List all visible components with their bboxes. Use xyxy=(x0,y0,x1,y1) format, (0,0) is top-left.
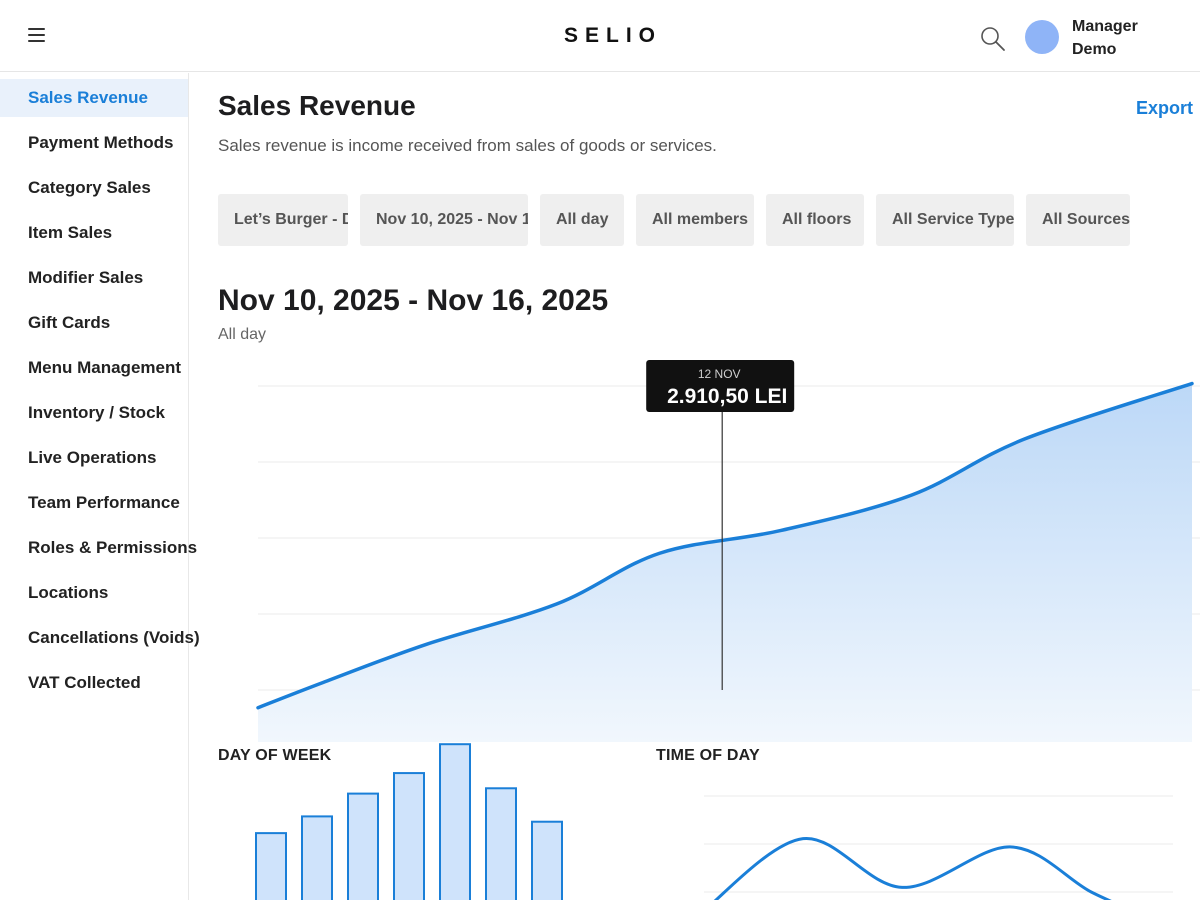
filter-floors[interactable]: All floors xyxy=(766,194,864,246)
filter-service-types[interactable]: All Service Types xyxy=(876,194,1014,246)
sidebar-item-cancellations-voids[interactable]: Cancellations (Voids) xyxy=(0,619,200,657)
filter-date-range[interactable]: Nov 10, 2025 - Nov 16 xyxy=(360,194,528,246)
date-range-heading: Nov 10, 2025 - Nov 16, 2025 xyxy=(218,284,609,317)
sidebar-item-inventory-stock[interactable]: Inventory / Stock xyxy=(0,394,188,432)
sidebar-item-gift-cards[interactable]: Gift Cards xyxy=(0,304,188,342)
user-last-name: Demo xyxy=(1072,41,1117,58)
sidebar-item-category-sales[interactable]: Category Sales xyxy=(0,169,188,207)
search-icon xyxy=(981,27,1005,51)
day-of-week-bar[interactable] xyxy=(301,815,333,900)
tooltip-value: 2.910,50 LEI xyxy=(667,385,787,408)
day-of-week-bar[interactable] xyxy=(347,792,379,900)
revenue-chart: 12 NOV 2.910,50 LEI xyxy=(256,360,1200,742)
sidebar-item-item-sales[interactable]: Item Sales xyxy=(0,214,188,252)
sidebar-item-roles-permissions[interactable]: Roles & Permissions xyxy=(0,529,197,567)
sidebar-item-payment-methods[interactable]: Payment Methods xyxy=(0,124,188,162)
sidebar-item-live-operations[interactable]: Live Operations xyxy=(0,439,188,477)
time-of-day-title: TIME OF DAY xyxy=(656,747,760,764)
filter-sources[interactable]: All Sources xyxy=(1026,194,1130,246)
day-of-week-bar[interactable] xyxy=(393,772,425,900)
user-first-name: Manager xyxy=(1072,18,1138,35)
revenue-line xyxy=(256,381,1194,710)
day-of-week-bar[interactable] xyxy=(439,743,471,900)
sidebar-item-vat-collected[interactable]: VAT Collected xyxy=(0,664,188,702)
revenue-chart-gridlines xyxy=(258,385,1200,691)
filter-members[interactable]: All members xyxy=(636,194,754,246)
time-of-day-chart xyxy=(704,795,1173,900)
page-description: Sales revenue is income received from sa… xyxy=(218,136,717,155)
revenue-tooltip: 12 NOV 2.910,50 LEI xyxy=(646,360,795,412)
day-of-week-chart xyxy=(255,743,563,900)
revenue-area-fill xyxy=(258,383,1192,742)
user-avatar[interactable] xyxy=(1025,20,1059,54)
user-name[interactable]: Manager Demo xyxy=(1072,15,1182,61)
export-button[interactable]: Export xyxy=(1136,98,1193,119)
day-of-week-title: DAY OF WEEK xyxy=(218,747,332,764)
brand-logo: SELIO xyxy=(563,24,662,47)
search-button[interactable] xyxy=(978,24,1008,54)
day-of-week-bar[interactable] xyxy=(255,832,287,900)
day-of-week-bar[interactable] xyxy=(531,820,563,900)
time-of-day-line xyxy=(713,837,1112,900)
day-of-week-bar[interactable] xyxy=(485,787,517,900)
tooltip-date: 12 NOV xyxy=(698,367,741,381)
sidebar-item-modifier-sales[interactable]: Modifier Sales xyxy=(0,259,188,297)
sidebar-item-menu-management[interactable]: Menu Management xyxy=(0,349,188,387)
sidebar: Sales Revenue Payment Methods Category S… xyxy=(0,73,200,900)
top-header: SELIO Manager Demo xyxy=(0,0,1200,72)
sidebar-item-sales-revenue[interactable]: Sales Revenue xyxy=(0,79,188,117)
time-of-day-gridlines xyxy=(704,795,1173,893)
page-title: Sales Revenue xyxy=(218,90,416,121)
sidebar-item-locations[interactable]: Locations xyxy=(0,574,188,612)
filter-location[interactable]: Let’s Burger - De xyxy=(218,194,348,246)
filter-time-of-day[interactable]: All day xyxy=(540,194,624,246)
sidebar-item-team-performance[interactable]: Team Performance xyxy=(0,484,188,522)
date-range-subtitle: All day xyxy=(218,326,267,343)
